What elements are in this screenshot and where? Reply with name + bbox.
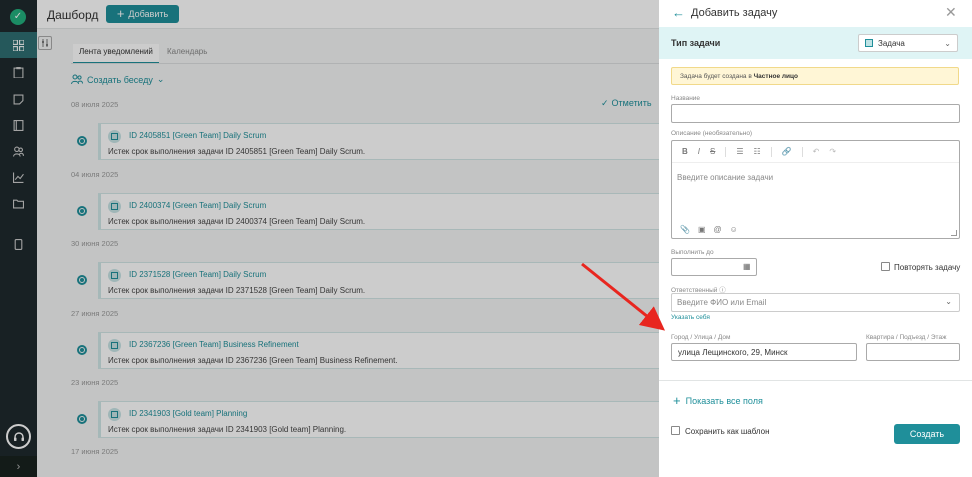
close-icon[interactable]: ✕ [945,5,957,19]
task-type-value: Задача [878,38,905,48]
toolbar-separator [801,146,803,157]
toolbar-separator [770,146,772,157]
task-type-icon [865,39,873,47]
undo-icon[interactable]: ↶ [813,147,820,156]
warning-banner: Задача будет создана в Частное лицо [671,67,959,85]
due-date-label: Выполнить до [671,249,714,256]
chevron-down-icon: ⌄ [945,297,952,306]
emoji-icon[interactable]: ☺ [730,225,738,234]
save-template-checkbox[interactable] [671,426,680,435]
add-task-panel: ← Добавить задачу ✕ Тип задачи Задача ⌄ … [659,0,972,477]
name-input[interactable] [671,104,960,123]
attach-icon[interactable]: 📎 [680,225,690,234]
modal-backdrop[interactable] [0,0,659,477]
toolbar-separator [725,146,727,157]
calendar-icon[interactable]: ▦ [743,262,751,271]
description-placeholder[interactable]: Введите описание задачи [677,173,773,182]
due-date-input[interactable]: ▦ [671,258,757,276]
bullet-list-icon[interactable]: ☰ [736,147,743,156]
panel-divider [659,380,972,381]
mention-icon[interactable]: @ [714,225,722,234]
italic-icon[interactable]: I [698,147,700,156]
editor-toolbar: B I S ☰ ☷ 🔗 ↶ ↷ [672,141,959,163]
image-icon[interactable]: ▣ [698,225,706,234]
task-type-label: Тип задачи [671,38,721,48]
repeat-label: Повторять задачу [894,263,961,272]
resize-grip-icon[interactable] [951,230,957,236]
link-icon[interactable]: 🔗 [782,147,792,156]
save-template-label: Сохранить как шаблон [685,427,770,436]
description-label: Описание (необязательно) [671,130,753,137]
apartment-label: Квартира / Подъезд / Этаж [866,334,947,341]
assignee-input[interactable]: Введите ФИО или Email ⌄ [671,293,960,312]
assign-self-link[interactable]: Указать себя [671,314,710,321]
address-label: Город / Улица / Дом [671,334,731,341]
description-editor[interactable]: B I S ☰ ☷ 🔗 ↶ ↷ Введите описание задачи … [671,140,960,239]
task-type-bar: Тип задачи Задача ⌄ [659,27,972,59]
name-label: Название [671,95,701,102]
panel-title: Добавить задачу [691,7,778,19]
address-input[interactable]: улица Лещинского, 29, Минск [671,343,857,361]
editor-attach-bar: 📎 ▣ @ ☺ [680,225,738,234]
task-type-select[interactable]: Задача ⌄ [858,34,958,52]
strikethrough-icon[interactable]: S [710,147,715,156]
bold-icon[interactable]: B [682,147,688,156]
apartment-input[interactable] [866,343,960,361]
show-all-fields-button[interactable]: + Показать все поля [673,393,763,408]
back-arrow-icon[interactable]: ← [672,6,685,19]
assignee-placeholder: Введите ФИО или Email [677,298,767,307]
redo-icon[interactable]: ↷ [829,147,836,156]
repeat-checkbox[interactable] [881,262,890,271]
panel-header: ← Добавить задачу ✕ [659,0,972,27]
create-button[interactable]: Создать [894,424,960,444]
show-all-fields-label: Показать все поля [685,396,763,406]
warning-target: Частное лицо [753,73,798,80]
numbered-list-icon[interactable]: ☷ [754,147,761,156]
chevron-down-icon: ⌄ [944,39,951,48]
warning-text: Задача будет создана в [680,73,754,80]
plus-icon: + [673,393,681,408]
